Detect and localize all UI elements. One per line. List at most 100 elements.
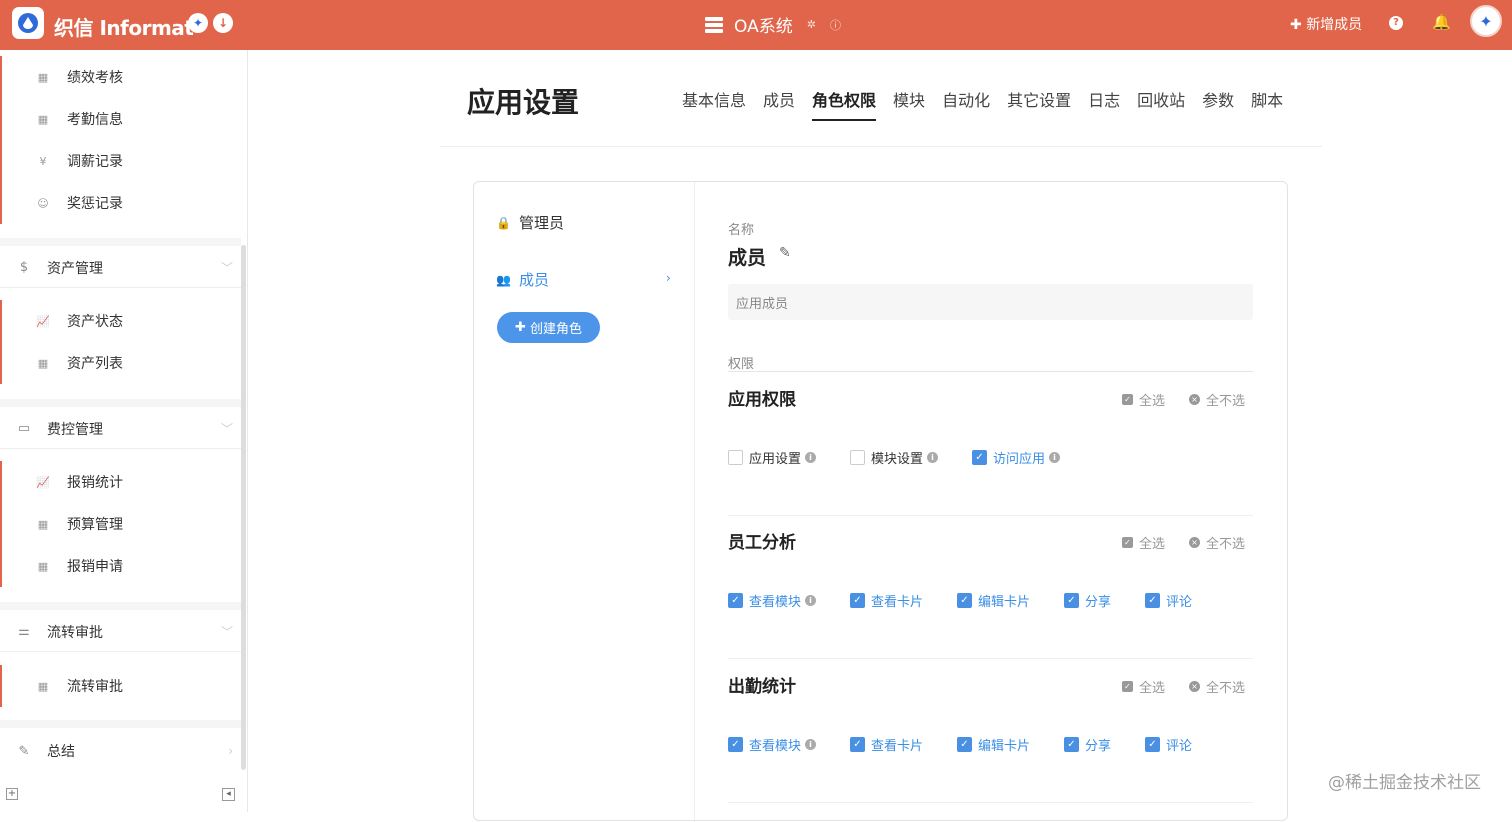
edit-icon[interactable]: ✎ xyxy=(779,245,791,261)
sidebar-item-asset-status[interactable]: 📈 资产状态 xyxy=(2,300,241,342)
tab-scripts[interactable]: 脚本 xyxy=(1251,87,1283,121)
tab-role-permissions[interactable]: 角色权限 xyxy=(812,87,877,121)
chevron-right-icon: › xyxy=(666,271,671,285)
checkbox[interactable]: ✓ xyxy=(957,737,972,752)
sidebar-item-label: 考勤信息 xyxy=(67,112,123,128)
table-icon: ▦ xyxy=(37,70,49,84)
select-all-button[interactable]: ✓ 全选 xyxy=(1122,533,1165,552)
sidebar-scrollbar[interactable] xyxy=(241,245,246,770)
section-title: 出勤统计 xyxy=(728,677,796,697)
perm-checkbox[interactable]: ✓ 编辑卡片 xyxy=(957,735,1030,754)
gear-icon[interactable]: ✲ xyxy=(807,18,816,31)
perm-checkbox[interactable]: 模块设置 i xyxy=(850,448,939,467)
tab-recycle-bin[interactable]: 回收站 xyxy=(1137,87,1185,121)
sidebar-item-salary[interactable]: ¥ 调薪记录 xyxy=(2,140,241,182)
bell-icon[interactable]: 🔔 xyxy=(1432,13,1451,31)
create-role-label: 创建角色 xyxy=(530,322,583,337)
sidebar-item-expense-apply[interactable]: ▦ 报销申请 xyxy=(2,545,241,587)
table-icon: ▦ xyxy=(37,559,49,573)
tab-automation[interactable]: 自动化 xyxy=(942,87,990,121)
checkbox[interactable]: ✓ xyxy=(1145,737,1160,752)
tab-other-settings[interactable]: 其它设置 xyxy=(1007,87,1071,121)
sidebar-item-budget[interactable]: ▦ 预算管理 xyxy=(2,503,241,545)
brand-name: 织信 Informat xyxy=(54,16,194,40)
checkbox[interactable] xyxy=(850,450,865,465)
checkbox[interactable] xyxy=(728,450,743,465)
select-none-label: 全不选 xyxy=(1206,537,1246,552)
dollar-icon: $ xyxy=(19,260,29,275)
info-icon[interactable]: i xyxy=(927,452,939,463)
perm-label: 查看卡片 xyxy=(871,739,924,754)
perm-checkbox[interactable]: ✓ 编辑卡片 xyxy=(957,591,1030,610)
sidebar-item-label: 绩效考核 xyxy=(67,70,123,86)
perm-checkbox[interactable]: ✓ 评论 xyxy=(1145,591,1192,610)
perm-checkbox[interactable]: ✓ 访问应用 i xyxy=(972,448,1061,467)
tab-modules[interactable]: 模块 xyxy=(893,87,925,121)
checkbox[interactable]: ✓ xyxy=(1064,737,1079,752)
perm-checkbox[interactable]: ✓ 查看模块 i xyxy=(728,735,817,754)
role-item-member[interactable]: 👥 成员 xyxy=(496,269,549,290)
perm-checkbox[interactable]: 应用设置 i xyxy=(728,448,817,467)
select-none-button[interactable]: × 全不选 xyxy=(1189,533,1245,552)
select-none-button[interactable]: × 全不选 xyxy=(1189,390,1245,409)
sidebar-item-attendance[interactable]: ▦ 考勤信息 xyxy=(2,98,241,140)
mascot-icon[interactable]: ✦ xyxy=(188,13,208,33)
app-logo-icon[interactable] xyxy=(12,7,44,39)
sidebar-item-approval[interactable]: ▦ 流转审批 xyxy=(2,665,241,707)
name-label: 名称 xyxy=(728,223,755,238)
checkbox[interactable]: ✓ xyxy=(850,593,865,608)
tab-logs[interactable]: 日志 xyxy=(1088,87,1120,121)
select-none-label: 全不选 xyxy=(1206,681,1246,696)
app-stack-icon xyxy=(705,16,723,33)
perm-checkbox[interactable]: ✓ 分享 xyxy=(1064,735,1111,754)
create-role-button[interactable]: ✚ 创建角色 xyxy=(497,312,600,343)
sidebar-item-rewards[interactable]: ☺ 奖惩记录 xyxy=(2,182,241,224)
select-none-button[interactable]: × 全不选 xyxy=(1189,677,1245,696)
divider xyxy=(0,399,241,407)
line-chart-icon: 📈 xyxy=(36,314,50,328)
check-icon: ✓ xyxy=(1122,681,1133,692)
role-description[interactable]: 应用成员 xyxy=(728,284,1253,320)
sidebar-item-performance[interactable]: ▦ 绩效考核 xyxy=(2,56,241,98)
tab-basic-info[interactable]: 基本信息 xyxy=(682,87,746,121)
sidebar-group-approval[interactable]: ⚌ 流转审批 ﹀ xyxy=(0,612,241,652)
info-icon[interactable]: i xyxy=(805,739,817,750)
perm-checkbox[interactable]: ✓ 评论 xyxy=(1145,735,1192,754)
avatar[interactable]: ✦ xyxy=(1470,5,1502,37)
checkbox[interactable]: ✓ xyxy=(728,593,743,608)
info-icon[interactable]: i xyxy=(805,595,817,606)
sidebar-group-label: 费控管理 xyxy=(47,421,103,438)
info-icon[interactable]: i xyxy=(805,452,817,463)
smile-icon: ☺ xyxy=(37,196,49,210)
perm-checkbox[interactable]: ✓ 查看卡片 xyxy=(850,591,923,610)
sidebar-item-expense-stats[interactable]: 📈 报销统计 xyxy=(2,461,241,503)
add-icon[interactable]: + xyxy=(6,788,18,800)
sidebar-item-asset-list[interactable]: ▦ 资产列表 xyxy=(2,342,241,384)
sidebar-group-expense[interactable]: ▭ 费控管理 ﹀ xyxy=(0,409,241,449)
tab-params[interactable]: 参数 xyxy=(1202,87,1234,121)
perm-checkbox[interactable]: ✓ 查看卡片 xyxy=(850,735,923,754)
role-item-admin[interactable]: 🔒 管理员 xyxy=(496,212,564,233)
download-icon[interactable]: ↓ xyxy=(213,13,233,33)
app-title[interactable]: OA系统 xyxy=(734,12,793,37)
perm-checkbox[interactable]: ✓ 查看模块 i xyxy=(728,591,817,610)
checkbox[interactable]: ✓ xyxy=(957,593,972,608)
checkbox[interactable]: ✓ xyxy=(850,737,865,752)
add-member-button[interactable]: ✚ 新增成员 xyxy=(1290,14,1362,34)
help-icon[interactable]: ? xyxy=(1389,16,1403,30)
select-all-button[interactable]: ✓ 全选 xyxy=(1122,390,1165,409)
info-icon[interactable]: ⓘ xyxy=(830,17,841,33)
checkbox[interactable]: ✓ xyxy=(1064,593,1079,608)
sidebar-group-summary[interactable]: ✎ 总结 › xyxy=(0,731,241,771)
tab-members[interactable]: 成员 xyxy=(763,87,795,121)
info-icon[interactable]: i xyxy=(1049,452,1061,463)
checkbox[interactable]: ✓ xyxy=(972,450,987,465)
sidebar-group-assets[interactable]: $ 资产管理 ﹀ xyxy=(0,248,241,288)
checkbox[interactable]: ✓ xyxy=(728,737,743,752)
collapse-sidebar-icon[interactable]: ◂ xyxy=(222,788,235,801)
perm-checkbox[interactable]: ✓ 分享 xyxy=(1064,591,1111,610)
plus-icon: ✚ xyxy=(1290,17,1302,33)
checkbox[interactable]: ✓ xyxy=(1145,593,1160,608)
sidebar-item-label: 资产状态 xyxy=(67,314,123,330)
select-all-button[interactable]: ✓ 全选 xyxy=(1122,677,1165,696)
